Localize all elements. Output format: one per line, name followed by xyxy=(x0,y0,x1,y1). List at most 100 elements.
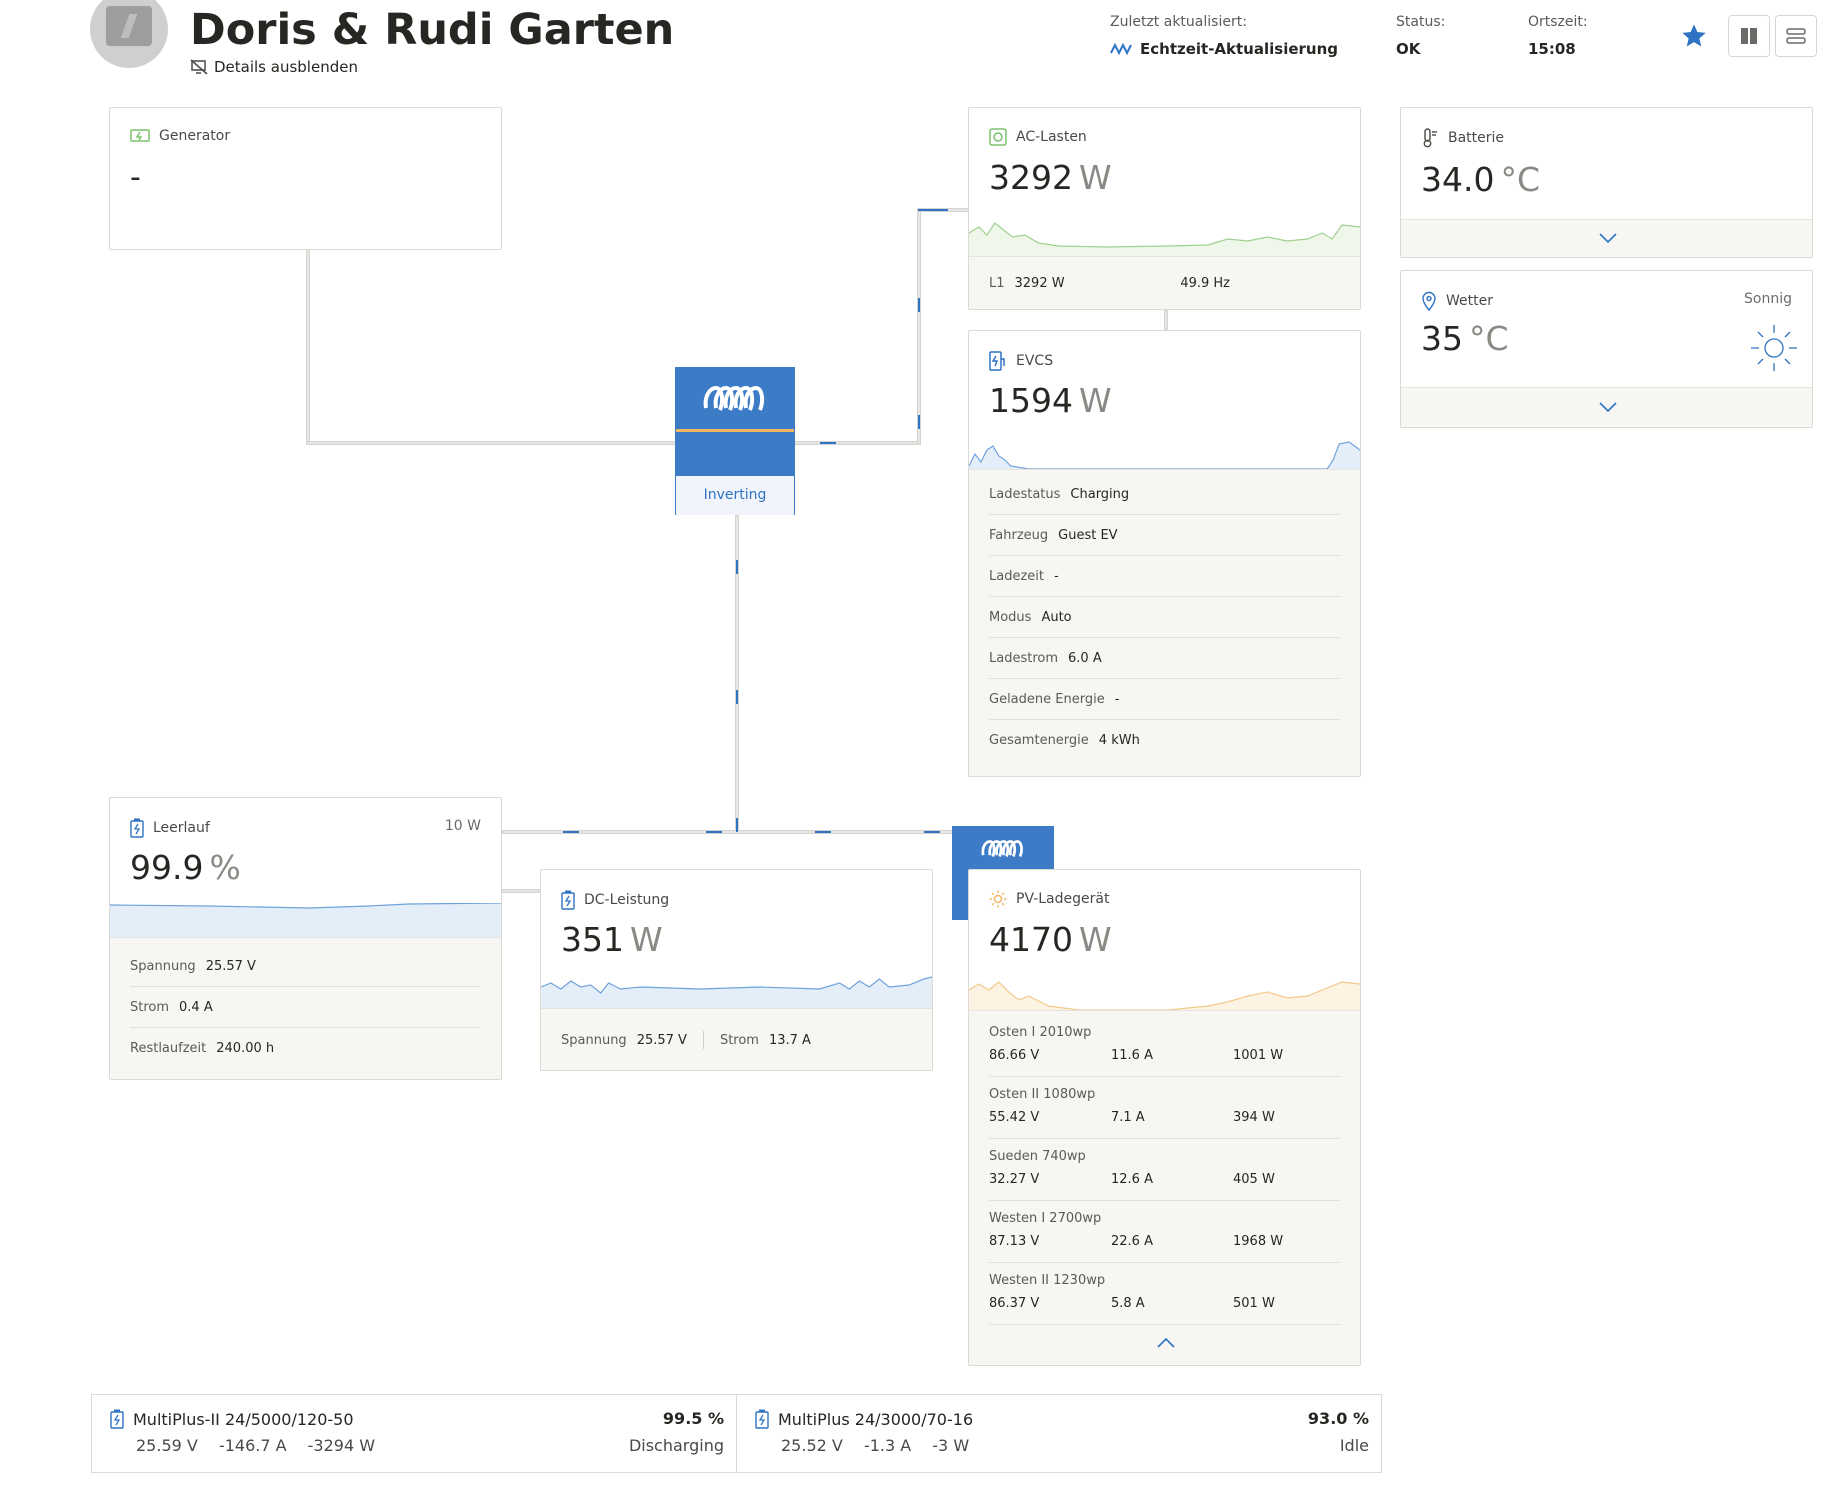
weather-expand[interactable] xyxy=(1401,387,1812,427)
hide-details-icon xyxy=(190,59,208,75)
device-name: MultiPlus 24/3000/70-16 xyxy=(778,1409,974,1429)
ac-frequency: 49.9 Hz xyxy=(1180,276,1230,291)
evcs-row-value: Charging xyxy=(1070,486,1130,502)
weather-title: Wetter xyxy=(1446,293,1493,309)
dc-power-value: 351 W xyxy=(561,920,663,959)
evcs-value: 1594 W xyxy=(989,381,1112,420)
battery-card[interactable]: Leerlauf 10 W 99.9% Spannung 25.57 V Stro… xyxy=(109,797,502,1080)
device-card[interactable]: MultiPlus-II 24/5000/120-50 25.59 V -146… xyxy=(91,1394,737,1473)
battery-sparkline xyxy=(110,903,501,939)
flow-dash xyxy=(736,690,738,704)
device-power: -3294 W xyxy=(307,1436,376,1455)
evcs-row-value: - xyxy=(1054,568,1059,584)
realtime-wave-icon xyxy=(1110,43,1132,55)
battery-row-value: 240.00 h xyxy=(216,1041,275,1056)
dc-power-card[interactable]: DC-Leistung 351 W Spannung 25.57 V Strom … xyxy=(540,869,933,1071)
flow-dash xyxy=(924,831,940,833)
evcs-row: Ladestrom 6.0 A xyxy=(989,638,1340,679)
device-soc: 99.5 % xyxy=(662,1409,724,1428)
inverter-node[interactable]: Inverting xyxy=(675,367,795,515)
ac-loads-unit: W xyxy=(1078,158,1112,197)
chevron-down-icon xyxy=(1599,402,1617,413)
favorite-star-icon[interactable] xyxy=(1680,22,1708,50)
device-current: -1.3 A xyxy=(863,1436,912,1455)
pv-title: PV-Ladegerät xyxy=(1016,891,1110,907)
battery-temp-title-row: Batterie xyxy=(1421,128,1504,148)
weather-card[interactable]: Wetter Sonnig 35 °C xyxy=(1400,270,1813,428)
pv-sparkline xyxy=(969,981,1360,1012)
victron-logo-icon xyxy=(703,385,765,411)
layout-columns-button[interactable] xyxy=(1728,15,1770,57)
dc-power-title: DC-Leistung xyxy=(584,892,670,908)
battery-icon xyxy=(110,1409,124,1429)
ac-loads-card[interactable]: AC-Lasten 3292 W L1 3292 W 49.9 Hz xyxy=(968,107,1361,310)
ac-phase-power: 3292 W xyxy=(1014,276,1065,291)
battery-row: Restlaufzeit 240.00 h xyxy=(130,1028,481,1069)
chevron-down-icon xyxy=(1599,233,1617,244)
generator-icon xyxy=(130,129,150,142)
pv-tracker-row: Sueden 740wp 32.27 V 12.6 A 405 W xyxy=(989,1139,1340,1201)
thermometer-icon xyxy=(1423,128,1437,148)
connector-battery-dc xyxy=(502,889,540,893)
flow-dash xyxy=(918,209,948,211)
flow-dash xyxy=(706,831,722,833)
tracker-name: Westen II 1230wp xyxy=(989,1273,1106,1288)
device-name-row: MultiPlus 24/3000/70-16 xyxy=(755,1409,973,1429)
evcs-row-key: Ladezeit xyxy=(989,568,1044,584)
dc-power-unit: W xyxy=(630,920,663,959)
tracker-name: Sueden 740wp xyxy=(989,1149,1086,1164)
inverter-state: Inverting xyxy=(676,476,794,515)
pv-title-row: PV-Ladegerät xyxy=(989,890,1109,908)
tracker-current: 7.1 A xyxy=(1111,1110,1145,1125)
ac-phase-label: L1 xyxy=(989,276,1005,291)
pv-unit: W xyxy=(1078,920,1112,959)
details-toggle-label: Details ausblenden xyxy=(214,58,358,76)
device-readings: 25.59 V -146.7 A -3294 W xyxy=(136,1436,391,1455)
evcs-row-key: Fahrzeug xyxy=(989,527,1049,543)
pv-number: 4170 xyxy=(989,920,1073,959)
weather-title-row: Wetter xyxy=(1421,291,1493,311)
weather-condition: Sonnig xyxy=(1744,291,1792,307)
dc-current-label: Strom xyxy=(719,1032,759,1048)
evcs-title: EVCS xyxy=(1016,353,1054,369)
evcs-card[interactable]: EVCS 1594 W Ladestatus Charging Fahrzeug Gu… xyxy=(968,330,1361,777)
chevron-up-icon xyxy=(1157,1337,1175,1348)
divider xyxy=(702,1031,704,1049)
realtime-label: Echtzeit-Aktualisierung xyxy=(1140,40,1339,58)
generator-card[interactable]: Generator - xyxy=(109,107,502,250)
device-name: MultiPlus-II 24/5000/120-50 xyxy=(133,1409,354,1429)
list-icon xyxy=(1786,28,1806,44)
ac-loads-value: 3292 W xyxy=(989,158,1112,197)
evcs-row-value: - xyxy=(1114,691,1120,707)
layout-list-button[interactable] xyxy=(1775,15,1817,57)
pv-collapse-button[interactable] xyxy=(969,1325,1360,1361)
dc-voltage: 25.57 V xyxy=(636,1032,687,1048)
tracker-name: Osten II 1080wp xyxy=(989,1087,1096,1102)
weather-number: 35 xyxy=(1421,319,1463,358)
ac-loads-sparkline xyxy=(969,222,1360,258)
battery-row-value: 0.4 A xyxy=(179,999,213,1015)
device-current: -146.7 A xyxy=(218,1436,287,1455)
last-updated-value: Echtzeit-Aktualisierung xyxy=(1110,40,1338,58)
ac-loads-number: 3292 xyxy=(989,158,1073,197)
connector-ac-evcs xyxy=(1164,310,1168,330)
battery-temp-expand[interactable] xyxy=(1401,219,1812,257)
evcs-number: 1594 xyxy=(989,381,1073,420)
battery-temp-card[interactable]: Batterie 34.0 °C xyxy=(1400,107,1813,258)
ac-loads-title: AC-Lasten xyxy=(1016,129,1087,145)
evcs-row-key: Gesamtenergie xyxy=(989,733,1089,748)
pv-value: 4170 W xyxy=(989,920,1112,959)
status-label: Status: xyxy=(1396,14,1446,30)
sun-weather-icon xyxy=(1751,325,1797,371)
details-toggle-button[interactable]: Details ausblenden xyxy=(190,58,358,76)
device-card[interactable]: MultiPlus 24/3000/70-16 25.52 V -1.3 A -… xyxy=(736,1394,1382,1473)
connector-inverter-ac xyxy=(794,441,921,445)
device-state: Idle xyxy=(1339,1436,1369,1455)
battery-row-key: Restlaufzeit xyxy=(130,1041,207,1056)
evcs-row: Gesamtenergie 4 kWh xyxy=(989,720,1340,761)
ac-loads-footer: L1 3292 W 49.9 Hz xyxy=(969,256,1360,309)
pv-charger-card[interactable]: PV-Ladegerät 4170 W Osten I 2010wp 86.66 … xyxy=(968,869,1361,1366)
connector-generator-inverter xyxy=(306,441,678,445)
device-voltage: 25.52 V xyxy=(781,1436,843,1455)
evcs-unit: W xyxy=(1078,381,1112,420)
